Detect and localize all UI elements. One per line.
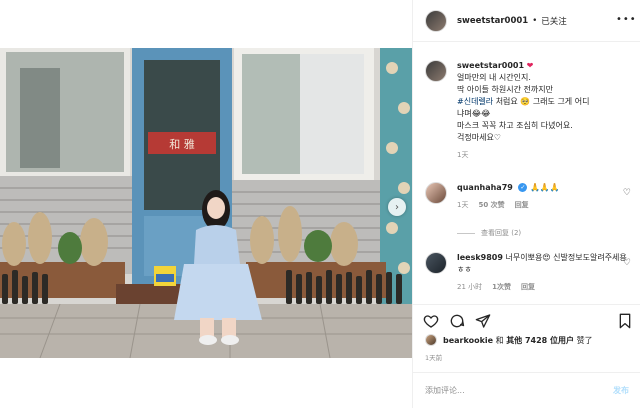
comment-time[interactable]: 21 小时 <box>457 282 482 292</box>
comment-item: quanhaha79 ✓ 🙏🙏🙏 1天 50 次赞 回复 <box>425 182 633 210</box>
separator-dot: • <box>532 15 538 26</box>
likes-summary: bearkookie 和 其他 7428 位用户 赞了 <box>425 334 593 346</box>
avatar[interactable] <box>425 252 447 274</box>
view-replies-label: 查看回复 (2) <box>481 229 522 237</box>
divider <box>457 232 475 234</box>
caption-time[interactable]: 1天 <box>457 150 468 160</box>
post-time[interactable]: 1天前 <box>425 352 442 362</box>
comment-input[interactable]: 添加评论... <box>425 385 465 396</box>
comment-username[interactable]: quanhaha79 <box>457 183 513 192</box>
caption-line: 얼마만의 내 시간인지. <box>457 73 531 82</box>
share-icon[interactable] <box>475 313 491 329</box>
caption-line: 마스크 꼭꼭 차고 조심히 다녔어요. <box>457 121 573 130</box>
bookmark-icon[interactable] <box>617 313 633 329</box>
more-icon[interactable]: ••• <box>616 14 637 25</box>
comment-item: leesk9809 너무이뽀용😍 신발정보도알려주세용 ㅎㅎ 21 小时 1次赞… <box>425 252 633 292</box>
avatar[interactable] <box>425 334 437 346</box>
author-username[interactable]: sweetstar0001 <box>457 16 528 26</box>
caption-line: 딱 아이들 하원시간 전까지만 <box>457 85 553 94</box>
heart-emoji: ❤ <box>526 61 534 70</box>
comment-text: quanhaha79 ✓ 🙏🙏🙏 <box>457 182 633 194</box>
likes-others[interactable]: 其他 7428 位用户 <box>506 335 574 346</box>
comment-time[interactable]: 1天 <box>457 200 468 210</box>
avatar[interactable] <box>425 182 447 204</box>
caption-line: 걱정마세요♡ <box>457 133 501 142</box>
post-photo[interactable]: 和 雅 › <box>0 48 412 358</box>
action-bar <box>413 304 640 336</box>
avatar[interactable] <box>425 9 447 32</box>
heart-icon[interactable] <box>423 313 439 329</box>
verified-icon: ✓ <box>518 183 528 192</box>
view-replies[interactable]: 查看回复 (2) <box>457 228 521 238</box>
add-comment-bar: 添加评论... 发布 <box>413 372 640 408</box>
caption-text: sweetstar0001 ❤ 얼마만의 내 시간인지. 딱 아이들 하원시간 … <box>457 60 633 144</box>
caption-line: 처럼요 🥺 그래도 그게 어디 <box>493 97 590 106</box>
likes-connector: 和 <box>495 335 504 345</box>
caption-meta: 1天 <box>457 150 633 160</box>
comment-text: leesk9809 너무이뽀용😍 신발정보도알려주세용 ㅎㅎ <box>457 252 633 276</box>
svg-text:和 雅: 和 雅 <box>169 137 195 151</box>
follow-label: 已关注 <box>541 16 567 27</box>
comment-icon[interactable] <box>449 313 465 329</box>
comment-likes[interactable]: 1次赞 <box>492 282 511 292</box>
reply-button[interactable]: 回复 <box>515 200 529 210</box>
liker-username[interactable]: bearkookie <box>443 336 493 345</box>
post-comment-button[interactable]: 发布 <box>613 385 629 396</box>
follow-button[interactable]: 已关注 <box>541 15 567 27</box>
caption-username[interactable]: sweetstar0001 <box>457 61 524 70</box>
carousel-next-icon[interactable]: › <box>388 198 406 216</box>
comment-body: 🙏🙏🙏 <box>529 183 560 192</box>
reply-button[interactable]: 回复 <box>521 282 535 292</box>
post-sidebar: sweetstar0001 • 已关注 sweetstar0001 ❤ 얼마만의… <box>412 0 640 408</box>
caption-line: 냐며😂😂 <box>457 109 491 118</box>
comment-likes[interactable]: 50 次赞 <box>478 200 504 210</box>
hashtag-link[interactable]: #신데렐라 <box>457 97 493 106</box>
heart-icon[interactable]: ♡ <box>623 258 631 268</box>
caption: sweetstar0001 ❤ 얼마만의 내 시간인지. 딱 아이들 하원시간 … <box>425 60 633 160</box>
likes-suffix: 赞了 <box>576 335 593 345</box>
heart-icon[interactable]: ♡ <box>623 188 631 198</box>
comment-meta: 21 小时 1次赞 回复 <box>457 282 633 292</box>
comment-username[interactable]: leesk9809 <box>457 253 503 262</box>
storefront-photo: 和 雅 <box>0 48 412 358</box>
comments-section: sweetstar0001 ❤ 얼마만의 내 시간인지. 딱 아이들 하원시간 … <box>413 42 640 332</box>
comment-meta: 1天 50 次赞 回复 <box>457 200 633 210</box>
avatar[interactable] <box>425 60 447 82</box>
post-header: sweetstar0001 • 已关注 <box>413 0 640 42</box>
